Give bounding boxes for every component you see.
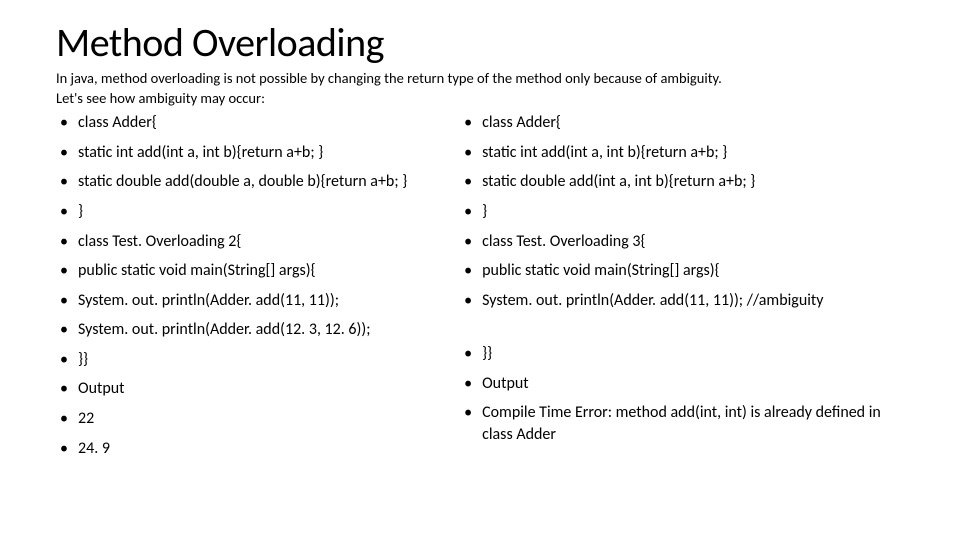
list-item: public static void main(String[] args){ [460,260,909,282]
list-item: 22 [56,408,446,430]
list-item: System. out. println(Adder. add(12. 3, 1… [56,319,446,341]
list-item: 24. 9 [56,438,446,460]
list-item: } [56,201,446,223]
left-list: class Adder{ static int add(int a, int b… [56,112,446,459]
list-item: class Adder{ [56,112,446,134]
list-item: static int add(int a, int b){return a+b;… [56,142,446,164]
list-item: }} [56,349,446,371]
list-item: }} [460,343,909,365]
page-title: Method Overloading [56,18,904,67]
list-item: class Adder{ [460,112,909,134]
list-item: public static void main(String[] args){ [56,260,446,282]
list-item: static double add(double a, double b){re… [56,171,446,193]
list-item: System. out. println(Adder. add(11, 11))… [460,290,909,312]
list-item: class Test. Overloading 2{ [56,231,446,253]
intro-line-2: Let's see how ambiguity may occur: [56,89,265,107]
list-item: class Test. Overloading 3{ [460,231,909,253]
list-item: } [460,201,909,223]
list-item: static double add(int a, int b){return a… [460,171,909,193]
list-item: Compile Time Error: method add(int, int)… [460,402,909,445]
list-item: Output [56,378,446,400]
right-list-2: }} Output Compile Time Error: method add… [460,343,909,445]
intro-text: In java, method overloading is not possi… [56,69,904,108]
list-item: System. out. println(Adder. add(11, 11))… [56,290,446,312]
intro-line-1: In java, method overloading is not possi… [56,69,722,87]
right-list-1: class Adder{ static int add(int a, int b… [460,112,909,311]
content-columns: class Adder{ static int add(int a, int b… [56,112,904,467]
left-column: class Adder{ static int add(int a, int b… [56,112,446,467]
list-item: static int add(int a, int b){return a+b;… [460,142,909,164]
right-column: class Adder{ static int add(int a, int b… [460,112,909,467]
list-item: Output [460,373,909,395]
